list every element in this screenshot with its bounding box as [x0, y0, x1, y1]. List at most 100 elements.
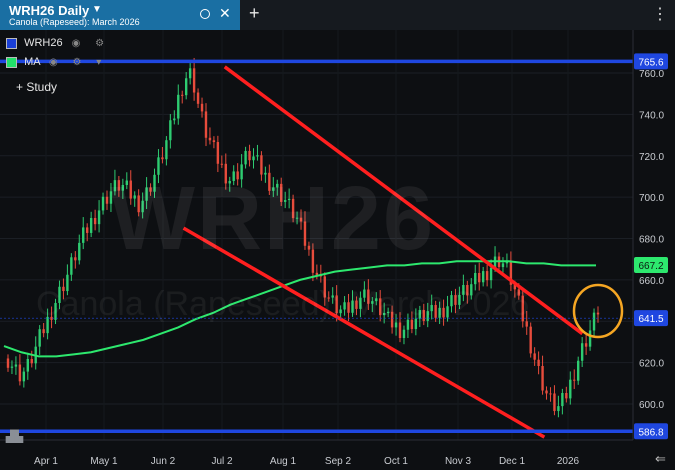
watermark-name: Canola (Rapeseed): March 2026 [36, 285, 530, 323]
tab-status-circle-icon[interactable] [200, 9, 210, 19]
candle-body [22, 371, 26, 382]
y-axis: 600.0620.0640.0660.0680.0700.0720.0740.0… [632, 30, 675, 470]
legend-ma-icons[interactable]: ◉ ⚙ ▾ [49, 57, 107, 68]
y-tick-label: 680.0 [639, 235, 664, 246]
candle-body [489, 267, 493, 281]
candle-body [573, 379, 576, 381]
candle-body [252, 156, 255, 161]
candle-body [42, 329, 45, 334]
scroll-back-icon[interactable]: ⇐ [655, 451, 666, 467]
candle-body [196, 92, 200, 104]
candle-body [588, 330, 592, 347]
legend-item-wrh26[interactable]: WRH26 ◉ ⚙ [6, 37, 110, 49]
candle-body [14, 364, 18, 367]
candle-body [580, 343, 584, 361]
candle-body [577, 360, 580, 381]
x-tick-label: Oct 1 [384, 456, 408, 467]
candle-body [204, 111, 208, 138]
candle-body [478, 272, 481, 283]
x-tick-label: Nov 3 [445, 456, 472, 467]
candle-body [402, 329, 406, 339]
candle-body [184, 78, 188, 96]
candle-body [188, 68, 192, 79]
candle-body [485, 271, 489, 281]
candle-body [30, 359, 33, 364]
ma-swatch [6, 56, 17, 68]
x-tick-label: Aug 1 [270, 456, 297, 467]
x-tick-label: Apr 1 [34, 456, 58, 467]
tab-bar: WRH26 Daily ▼ Canola (Rapeseed): March 2… [0, 0, 675, 30]
candle-body [569, 379, 572, 399]
candle-body [596, 312, 600, 315]
candle-body [165, 140, 168, 160]
candle-body [533, 353, 536, 360]
wrh26-swatch [6, 37, 17, 49]
x-tick-label: May 1 [90, 456, 118, 467]
y-tick-label: 760.0 [639, 69, 664, 80]
candle-body [74, 257, 77, 261]
candle-body [501, 263, 505, 268]
candle-body [216, 142, 220, 164]
candle-body [561, 392, 564, 407]
add-study-button[interactable]: + Study [16, 80, 57, 94]
legend-wrh26-icons[interactable]: ◉ ⚙ [72, 38, 110, 49]
y-tick-label: 740.0 [639, 110, 664, 121]
candle-body [10, 366, 14, 368]
x-tick-label: Jun 2 [151, 456, 176, 467]
candle-body [89, 218, 93, 233]
candle-body [541, 366, 544, 391]
legend-label-wrh26: WRH26 [24, 37, 63, 49]
platform-logo-icon: ▟▙ [6, 431, 23, 443]
candle-body [398, 322, 402, 339]
candle-body [584, 343, 588, 347]
candle-body [85, 227, 89, 233]
candle-body [105, 196, 109, 204]
y-tick-label: 720.0 [639, 152, 664, 163]
candle-body [244, 150, 247, 165]
candle-body [26, 359, 29, 372]
candle-body [208, 137, 212, 141]
candle-body [200, 103, 204, 112]
tab-close-button[interactable]: ✕ [219, 5, 231, 22]
candle-body [256, 155, 259, 157]
x-tick-label: 2026 [557, 456, 580, 467]
candle-body [212, 140, 216, 143]
tab-dropdown-icon[interactable]: ▼ [92, 4, 102, 15]
price-label: 641.5 [638, 314, 663, 325]
legend-label-ma: MA [24, 56, 40, 68]
candle-body [474, 272, 477, 285]
chart-tab[interactable]: WRH26 Daily ▼ Canola (Rapeseed): March 2… [0, 0, 240, 30]
legend-item-ma[interactable]: MA ◉ ⚙ ▾ [6, 56, 107, 68]
add-tab-button[interactable]: + [249, 3, 260, 24]
candle-body [248, 150, 251, 161]
x-tick-label: Jul 2 [211, 456, 233, 467]
candle-body [481, 271, 485, 283]
candle-body [177, 94, 180, 119]
x-tick-label: Sep 2 [325, 456, 352, 467]
watermark-ticker: WRH26 [110, 169, 436, 269]
x-tick-label: Dec 1 [499, 456, 526, 467]
price-label: 667.2 [638, 261, 663, 272]
candle-body [592, 312, 596, 331]
x-axis: Apr 1 May 1 Jun 2 Jul 2 Aug 1 Sep 2 Oct 1 Nov 3… [0, 439, 633, 467]
candle-body [6, 358, 10, 368]
more-menu-icon[interactable]: ⋮ [652, 4, 668, 24]
candle-body [18, 364, 22, 382]
tab-subtitle: Canola (Rapeseed): March 2026 [9, 17, 140, 27]
y-tick-label: 600.0 [639, 400, 664, 411]
candle-body [97, 210, 101, 225]
candle-body [529, 326, 532, 354]
candle-body [181, 94, 184, 96]
candle-body [545, 390, 548, 394]
candle-body [537, 359, 540, 367]
candle-body [553, 393, 556, 412]
y-tick-label: 700.0 [639, 193, 664, 204]
y-tick-label: 620.0 [639, 359, 664, 370]
price-label: 586.8 [638, 427, 663, 438]
candle-body [220, 163, 224, 165]
price-label: 765.6 [638, 57, 663, 68]
candle-body [101, 196, 105, 211]
candle-body [549, 393, 552, 395]
candle-body [565, 392, 568, 399]
candle-body [82, 227, 85, 243]
